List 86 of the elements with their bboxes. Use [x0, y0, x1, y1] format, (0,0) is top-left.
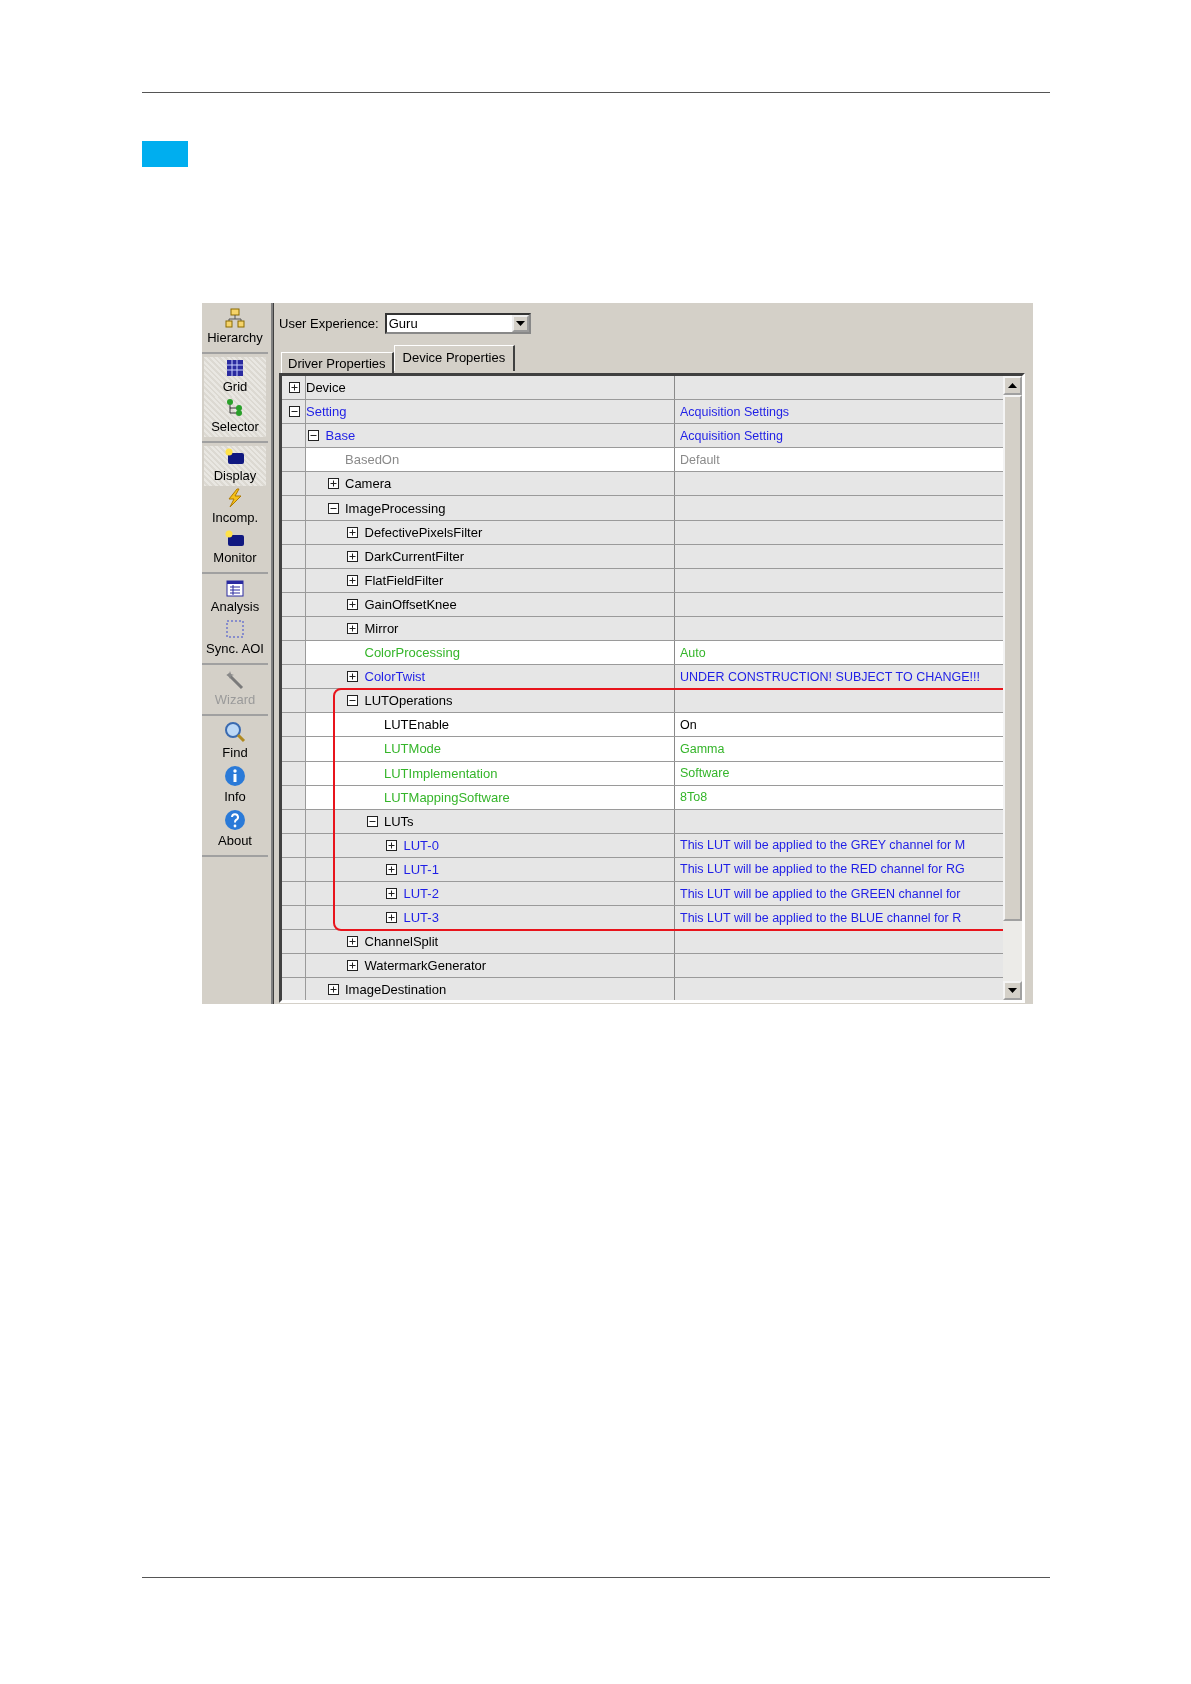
selection-icon [225, 619, 245, 639]
sidebar-button[interactable]: Monitor [204, 528, 266, 568]
expand-icon[interactable] [347, 960, 358, 972]
expand-icon[interactable] [288, 382, 300, 394]
sidebar-button[interactable]: Sync. AOI [204, 617, 266, 659]
property-name[interactable]: LUT-2 [403, 886, 439, 901]
expand-icon[interactable] [386, 839, 397, 851]
property-value: This LUT will be applied to the GREEN channel for [680, 886, 961, 901]
property-name[interactable]: FlatFieldFilter [364, 572, 444, 588]
display-icon [225, 448, 245, 466]
expand-icon[interactable] [386, 912, 397, 924]
collapse-icon[interactable] [366, 815, 378, 827]
table-icon [226, 579, 244, 597]
property-value: 8To8 [680, 790, 708, 805]
expand-icon[interactable] [327, 984, 339, 996]
scroll-down-icon[interactable] [1008, 988, 1017, 993]
sidebar-button[interactable]: Display [204, 446, 266, 486]
property-name[interactable]: LUTs [384, 813, 414, 829]
property-name[interactable]: GainOffsetKnee [364, 596, 457, 612]
expand-icon[interactable] [347, 671, 358, 683]
property-value: On [680, 717, 697, 732]
expand-icon[interactable] [347, 526, 358, 538]
expand-icon[interactable] [386, 863, 397, 875]
property-name[interactable]: LUTEnable [384, 717, 450, 733]
tab[interactable]: Device Properties [393, 345, 516, 371]
property-name[interactable]: Camera [345, 476, 392, 492]
property-name[interactable]: Base [325, 428, 356, 444]
property-name[interactable]: DarkCurrentFilter [364, 548, 465, 564]
dropdown-arrow-icon [515, 320, 525, 326]
grid-icon [226, 359, 244, 377]
tree-icon [226, 399, 244, 417]
sidebar-button[interactable]: Info [204, 763, 266, 807]
property-name[interactable]: LUT-0 [403, 837, 439, 853]
expand-icon[interactable] [347, 936, 358, 948]
sidebar-button[interactable]: Hierarchy [204, 306, 266, 348]
property-value: Acquisition Setting [680, 428, 783, 443]
collapse-icon[interactable] [327, 502, 339, 514]
expand-icon[interactable] [347, 574, 358, 586]
info-icon [224, 765, 246, 787]
sidebar-button[interactable]: Analysis [204, 577, 266, 617]
property-value: Acquisition Settings [680, 404, 790, 419]
property-value: This LUT will be applied to the BLUE channel for R [680, 910, 962, 925]
property-name[interactable]: BasedOn [345, 452, 400, 468]
property-name[interactable]: WatermarkGenerator [364, 958, 487, 974]
expand-icon[interactable] [327, 478, 339, 490]
collapse-icon[interactable] [308, 430, 319, 442]
property-value: Software [680, 766, 730, 781]
help-icon [224, 809, 246, 831]
field-label: User Experience: [279, 315, 379, 331]
scroll-up-icon[interactable] [1008, 383, 1017, 388]
tab[interactable]: Driver Properties [281, 352, 394, 373]
sidebar-button[interactable]: Grid [204, 357, 266, 397]
property-name[interactable]: Device [306, 380, 346, 396]
property-value: Default [680, 452, 720, 467]
sidebar-button[interactable]: Incomp. [204, 486, 266, 528]
property-value: This LUT will be applied to the RED channel for RG [680, 862, 965, 877]
user-experience-dropdown[interactable]: Guru [384, 312, 531, 334]
property-name[interactable]: Setting [306, 404, 347, 420]
section-marker [142, 141, 188, 167]
property-name[interactable]: DefectivePixelsFilter [364, 524, 483, 540]
property-name[interactable]: Mirror [364, 621, 399, 636]
property-name[interactable]: LUTOperations [364, 693, 453, 709]
property-name[interactable]: ColorTwist [364, 669, 426, 685]
display-icon [225, 530, 245, 548]
expand-icon[interactable] [386, 888, 397, 899]
property-name[interactable]: ChannelSplit [364, 934, 439, 950]
property-name[interactable]: ImageProcessing [345, 500, 446, 516]
expand-icon[interactable] [347, 623, 358, 634]
hierarchy-icon [225, 308, 245, 328]
property-name[interactable]: ImageDestination [345, 982, 447, 998]
property-value: Auto [680, 645, 706, 660]
search-icon [224, 721, 246, 743]
property-value: Gamma [680, 741, 725, 756]
sidebar-button[interactable]: About [204, 807, 266, 851]
sidebar-button[interactable]: Find [204, 719, 266, 763]
property-value: UNDER CONSTRUCTION! SUBJECT TO CHANGE!!! [680, 669, 981, 684]
sidebar-button[interactable]: Selector [204, 397, 266, 437]
property-name[interactable]: LUT-1 [403, 861, 439, 877]
collapse-icon[interactable] [288, 406, 300, 418]
wand-icon [224, 670, 246, 690]
property-value: This LUT will be applied to the GREY channel for M [680, 838, 966, 853]
scrollbar[interactable] [1003, 376, 1022, 1000]
collapse-icon[interactable] [347, 695, 358, 707]
expand-icon[interactable] [347, 598, 358, 610]
expand-icon[interactable] [347, 550, 358, 562]
property-name[interactable]: LUT-3 [403, 910, 439, 926]
